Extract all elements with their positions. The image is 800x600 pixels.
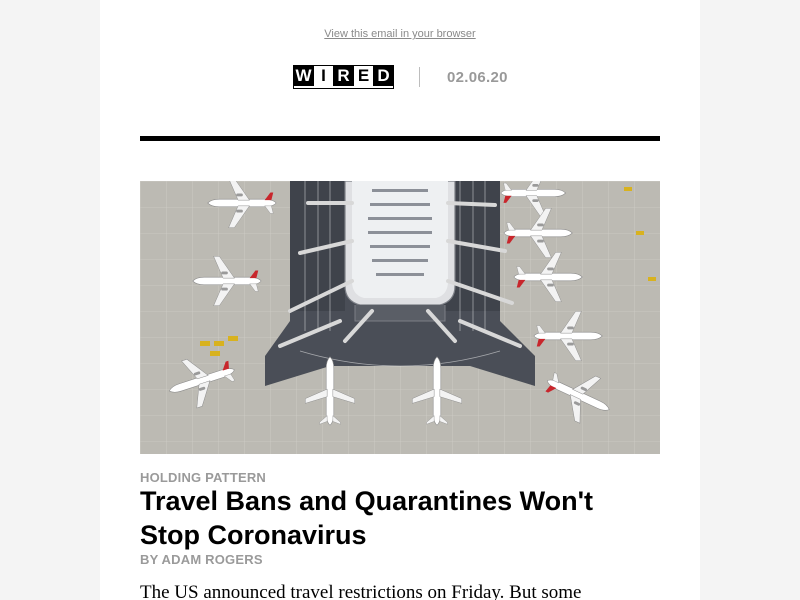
logo-letter-e: E xyxy=(353,66,374,86)
wired-logo[interactable]: W I R E D xyxy=(293,65,394,89)
article-headline[interactable]: Travel Bans and Quarantines Won't Stop C… xyxy=(140,484,660,552)
masthead: W I R E D 02.06.20 xyxy=(293,65,508,89)
article-dek: The US announced travel restrictions on … xyxy=(140,582,582,600)
logo-letter-d: D xyxy=(374,66,393,86)
view-in-browser-link[interactable]: View this email in your browser xyxy=(100,28,700,40)
article-kicker[interactable]: HOLDING PATTERN xyxy=(140,470,266,485)
header-rule xyxy=(140,136,660,141)
article-byline: BY ADAM ROGERS xyxy=(140,552,263,567)
logo-letter-r: R xyxy=(334,66,353,86)
hero-image[interactable] xyxy=(140,181,660,454)
issue-date: 02.06.20 xyxy=(447,68,508,86)
masthead-divider xyxy=(419,67,420,87)
email-container: View this email in your browser W I R E … xyxy=(100,0,700,600)
logo-letter-w: W xyxy=(294,66,313,86)
logo-letter-i: I xyxy=(313,66,334,86)
